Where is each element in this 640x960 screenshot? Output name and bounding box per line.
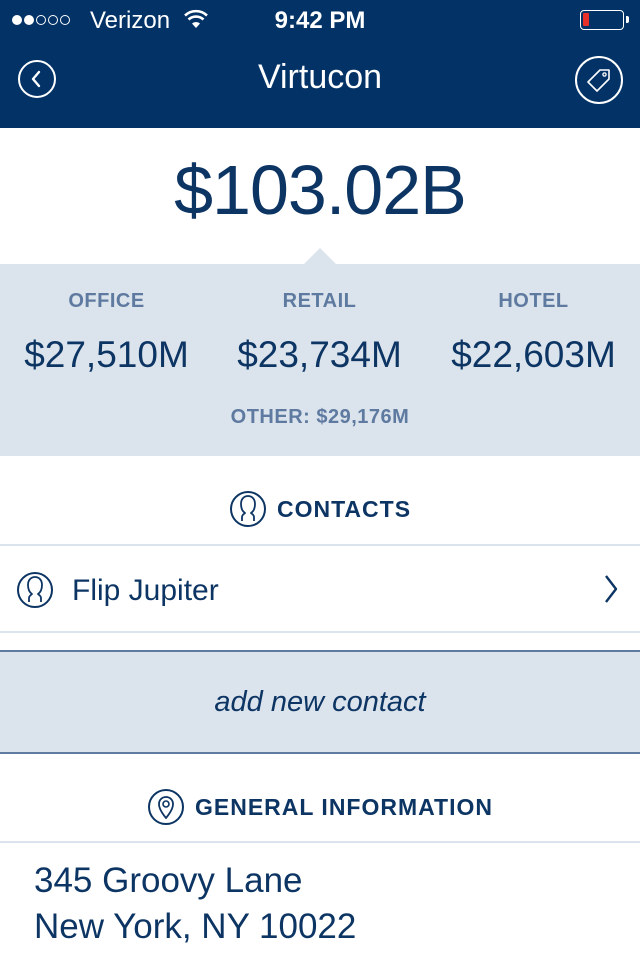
category-value: $27,510M	[24, 334, 189, 375]
category-label: HOTEL	[498, 290, 569, 312]
pointer-caret	[304, 248, 336, 264]
category-label: OFFICE	[68, 290, 145, 312]
tag-button[interactable]	[575, 56, 623, 104]
address-line-2: New York, NY 10022	[34, 907, 357, 946]
category-value: $22,603M	[451, 334, 616, 375]
status-bar: Verizon 9:42 PM	[0, 0, 640, 40]
nav-header: Verizon 9:42 PM Virtucon	[0, 0, 640, 128]
category-breakdown: OFFICE $27,510M RETAIL $23,734M HOTEL $2…	[0, 264, 640, 456]
general-info-heading-label: GENERAL INFORMATION	[195, 793, 493, 820]
status-time: 9:42 PM	[274, 7, 366, 34]
person-icon	[229, 491, 266, 527]
battery-level	[583, 13, 589, 26]
address-line-1: 345 Groovy Lane	[34, 861, 303, 900]
address: 345 Groovy Lane New York, NY 10022	[34, 858, 356, 950]
portfolio-total: $103.02B	[174, 151, 467, 229]
category-value: $23,734M	[237, 334, 402, 375]
page-title: Virtucon	[257, 58, 383, 96]
divider	[0, 631, 640, 633]
general-info-heading: GENERAL INFORMATION	[0, 788, 640, 826]
chevron-right-icon	[603, 574, 619, 609]
category-other: OTHER: $29,176M	[230, 406, 410, 428]
battery-icon	[580, 10, 629, 30]
category-label: RETAIL	[282, 290, 357, 312]
battery-nub	[626, 16, 629, 23]
divider	[0, 841, 640, 843]
add-contact-button[interactable]: add new contact	[0, 650, 640, 754]
tag-icon	[587, 69, 610, 92]
contacts-heading-label: CONTACTS	[276, 495, 412, 522]
contacts-heading: CONTACTS	[0, 490, 640, 528]
person-icon	[16, 571, 54, 614]
contact-name: Flip Jupiter	[72, 574, 219, 607]
contact-list-item[interactable]: Flip Jupiter	[0, 546, 640, 632]
location-pin-icon	[148, 789, 184, 825]
